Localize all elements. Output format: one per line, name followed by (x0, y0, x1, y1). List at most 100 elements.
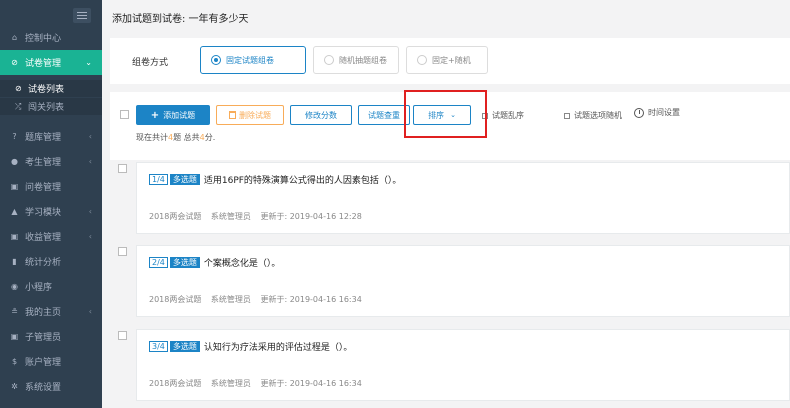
sidebar-item-miniprogram[interactable]: ◉ 小程序 (0, 274, 102, 299)
question-bank: 2018两会试题 (149, 379, 202, 388)
survey-icon: ▣ (10, 182, 19, 191)
home-icon: ⌂ (11, 33, 18, 42)
sidebar-item-statistics[interactable]: ▮ 统计分析 (0, 249, 102, 274)
graduation-icon: ▲ (11, 207, 18, 216)
sidebar-subitem-exam-list[interactable]: ⊘ 试卷列表 (0, 80, 102, 97)
menu-toggle-icon[interactable] (73, 8, 91, 23)
add-question-button[interactable]: + 添加试题 (136, 105, 210, 125)
sidebar-item-label: 子管理员 (25, 333, 62, 343)
help-circle-icon: ? (12, 132, 17, 141)
sidebar-item-label: 统计分析 (25, 258, 62, 268)
sidebar-subitem-level-list[interactable]: ⤮ 闯关列表 (0, 98, 102, 115)
select-all-checkbox[interactable] (120, 110, 129, 119)
mode-fixed-option[interactable]: 固定试题组卷 (200, 46, 306, 74)
question-header: 1/4 多选题 适用16PF的特殊演算公式得出的人因素包括（）。 (149, 173, 401, 186)
delete-question-button[interactable]: 删除试题 (216, 105, 284, 125)
question-bank: 2018两会试题 (149, 295, 202, 304)
sub-admin-icon: ▣ (10, 332, 19, 341)
question-index: 1/4 (149, 174, 168, 185)
clock-icon (634, 107, 644, 118)
question-updated: 更新于: 2019-04-16 12:28 (260, 212, 362, 221)
question-text: 个案概念化是（）。 (203, 259, 281, 269)
question-card[interactable]: 1/4 多选题 适用16PF的特殊演算公式得出的人因素包括（）。 2018两会试… (136, 162, 790, 234)
chevron-left-icon: ‹ (88, 132, 92, 141)
sidebar-subitem-label: 闯关列表 (28, 103, 65, 113)
check-circle-icon: ⊘ (15, 84, 22, 93)
sidebar-item-learning[interactable]: ▲ 学习模块 ‹ (0, 199, 102, 224)
sidebar-item-label: 账户管理 (25, 358, 62, 368)
question-header: 3/4 多选题 认知行为疗法采用的评估过程是（）。 (149, 340, 352, 353)
shuffle-questions-option[interactable]: 试题乱序 (482, 110, 524, 121)
question-updated: 更新于: 2019-04-16 16:34 (260, 295, 362, 304)
question-author: 系统管理员 (210, 212, 251, 221)
sidebar-item-dashboard[interactable]: ⌂ 控制中心 (0, 25, 102, 50)
sidebar-item-label: 试卷管理 (25, 59, 62, 69)
question-header: 2/4 多选题 个案概念化是（）。 (149, 256, 280, 269)
mode-option-label: 固定+随机 (432, 55, 471, 65)
question-checkbox[interactable] (118, 247, 127, 256)
mode-mixed-option[interactable]: 固定+随机 (406, 46, 488, 74)
sidebar-item-label: 收益管理 (25, 233, 62, 243)
question-card[interactable]: 3/4 多选题 认知行为疗法采用的评估过程是（）。 2018两会试题 系统管理员… (136, 329, 790, 401)
sidebar-item-accounts[interactable]: $ 账户管理 (0, 349, 102, 374)
sidebar-item-question-bank[interactable]: ? 题库管理 ‹ (0, 124, 102, 149)
sidebar-item-label: 题库管理 (25, 133, 62, 143)
chevron-left-icon: ‹ (88, 157, 92, 166)
shuffle-options-option[interactable]: 试题选项随机 (564, 110, 622, 121)
sidebar-item-label: 学习模块 (25, 208, 62, 218)
sidebar-item-label: 控制中心 (25, 34, 62, 44)
home-page-icon: ≗ (11, 307, 18, 316)
question-author: 系统管理员 (210, 295, 251, 304)
radio-icon (417, 55, 427, 65)
question-checkbox[interactable] (118, 331, 127, 340)
question-meta: 2018两会试题 系统管理员 更新于: 2019-04-16 16:34 (149, 378, 369, 389)
sidebar-item-revenue[interactable]: ▣ 收益管理 ‹ (0, 224, 102, 249)
sidebar-item-surveys[interactable]: ▣ 问卷管理 (0, 174, 102, 199)
sidebar-item-exam-manage[interactable]: ⊘ 试卷管理 ⌄ (0, 50, 102, 75)
question-meta: 2018两会试题 系统管理员 更新于: 2019-04-16 16:34 (149, 294, 369, 305)
gear-icon: ✲ (11, 382, 18, 391)
time-settings-option[interactable]: 时间设置 (634, 107, 680, 118)
sidebar-item-sub-admins[interactable]: ▣ 子管理员 (0, 324, 102, 349)
sidebar-subitem-label: 试卷列表 (28, 85, 65, 95)
mode-random-option[interactable]: 随机抽题组卷 (313, 46, 399, 74)
question-index: 2/4 (149, 257, 168, 268)
page-title: 添加试题到试卷: 一年有多少天 (102, 0, 790, 36)
user-icon: ● (11, 157, 18, 166)
annotation-highlight-box (404, 90, 487, 138)
sidebar-item-my-homepage[interactable]: ≗ 我的主页 ‹ (0, 299, 102, 324)
sidebar-item-label: 考生管理 (25, 158, 62, 168)
sidebar: ⌂ 控制中心 ⊘ 试卷管理 ⌄ ⊘ 试卷列表 ⤮ 闯关列表 ? 题库管理 ‹ ●… (0, 0, 102, 408)
sidebar-item-examinees[interactable]: ● 考生管理 ‹ (0, 149, 102, 174)
radio-selected-icon (211, 55, 221, 65)
mode-option-label: 随机抽题组卷 (339, 55, 387, 65)
question-updated: 更新于: 2019-04-16 16:34 (260, 379, 362, 388)
chevron-left-icon: ‹ (88, 207, 92, 216)
mode-option-label: 固定试题组卷 (226, 55, 274, 65)
sidebar-item-label: 问卷管理 (25, 183, 62, 193)
check-circle-icon: ⊘ (11, 58, 18, 67)
question-bank: 2018两会试题 (149, 212, 202, 221)
compose-mode-label: 组卷方式 (132, 58, 169, 68)
chevron-left-icon: ‹ (88, 307, 92, 316)
question-summary: 现在共计4题 总共4分. (136, 133, 216, 142)
chevron-down-icon: ⌄ (85, 58, 92, 67)
compose-mode-panel: 组卷方式 固定试题组卷 随机抽题组卷 固定+随机 (110, 38, 790, 84)
modify-score-button[interactable]: 修改分数 (290, 105, 352, 125)
question-checkbox[interactable] (118, 164, 127, 173)
question-meta: 2018两会试题 系统管理员 更新于: 2019-04-16 12:28 (149, 211, 369, 222)
question-type-badge: 多选题 (169, 174, 200, 185)
question-index: 3/4 (149, 341, 168, 352)
sidebar-item-label: 小程序 (25, 283, 53, 293)
shuffle-options-checkbox[interactable] (564, 112, 570, 119)
sidebar-item-system-settings[interactable]: ✲ 系统设置 (0, 374, 102, 399)
dedupe-button[interactable]: 试题查重 (358, 105, 410, 125)
chat-icon: ◉ (11, 282, 18, 291)
question-text: 认知行为疗法采用的评估过程是（）。 (203, 343, 353, 353)
question-text: 适用16PF的特殊演算公式得出的人因素包括（）。 (203, 176, 402, 186)
sidebar-item-label: 系统设置 (25, 383, 62, 393)
dollar-icon: $ (11, 357, 18, 366)
question-author: 系统管理员 (210, 379, 251, 388)
question-card[interactable]: 2/4 多选题 个案概念化是（）。 2018两会试题 系统管理员 更新于: 20… (136, 245, 790, 317)
sidebar-item-label: 我的主页 (25, 308, 62, 318)
